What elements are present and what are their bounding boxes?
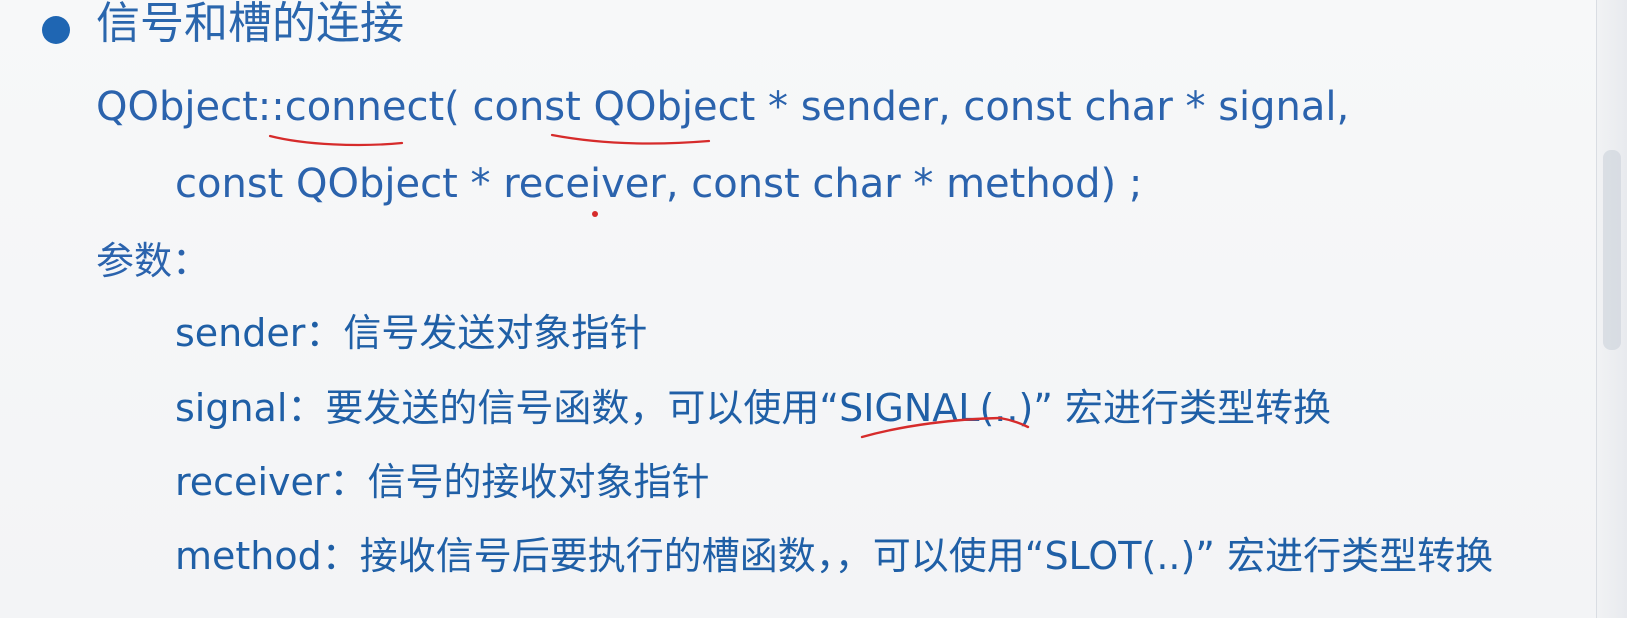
connect-signature-line-1: QObject::connect( const QObject * sender…: [96, 84, 1350, 130]
qobject-underline: [550, 133, 711, 145]
scrollbar-thumb[interactable]: [1603, 150, 1621, 350]
connect-signature-line-2: const QObject * receiver, const char * m…: [175, 161, 1143, 207]
parameter-item-sender: sender：信号发送对象指针: [175, 311, 648, 355]
section-bullet-icon: [42, 16, 70, 44]
parameter-item-method: method：接收信号后要执行的槽函数，，可以使用“SLOT(..)” 宏进行类…: [175, 534, 1494, 578]
parameter-item-receiver: receiver：信号的接收对象指针: [175, 460, 710, 504]
page-title: 信号和槽的连接: [96, 0, 404, 49]
scrollbar-rail[interactable]: [1596, 0, 1627, 618]
connect-underline: [268, 134, 404, 147]
cursor-dot-icon: [592, 211, 598, 217]
parameters-label: 参数：: [96, 239, 211, 283]
parameter-item-signal: signal：要发送的信号函数，可以使用“SIGNAL(..)” 宏进行类型转换: [175, 386, 1332, 430]
